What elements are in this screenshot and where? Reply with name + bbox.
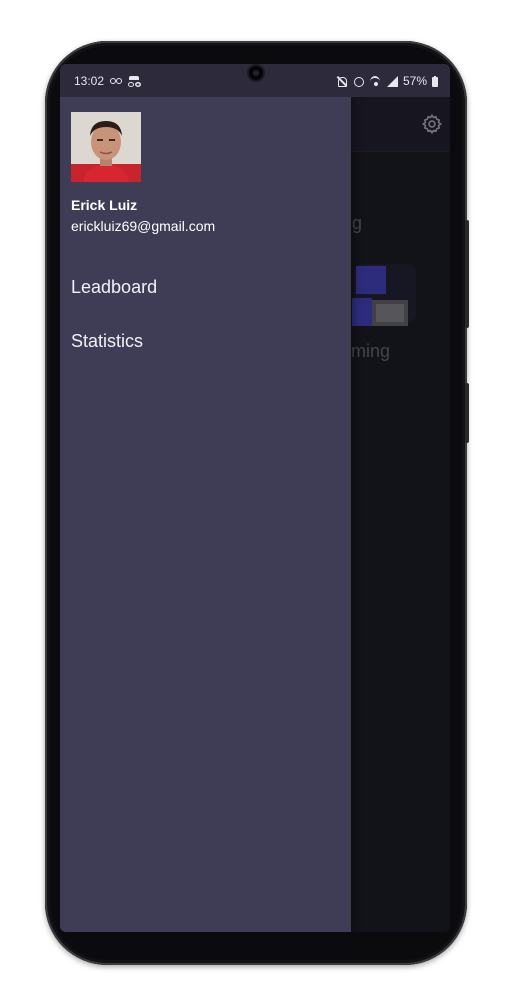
mute-icon (336, 75, 348, 87)
alarm-icon (353, 75, 365, 87)
voicemail-icon (110, 75, 123, 87)
status-time: 13:02 (74, 74, 105, 88)
screen: g nming 13:02 57% Erick Luiz erickluiz69… (60, 64, 450, 932)
signal-icon (386, 75, 398, 87)
wifi-icon (369, 75, 382, 87)
avatar (71, 112, 141, 182)
drawer-item-label: Leadboard (71, 276, 158, 297)
front-camera (249, 66, 263, 80)
power-button (465, 383, 469, 443)
user-email: erickluiz69@gmail.com (71, 218, 216, 234)
navigation-drawer: Erick Luiz erickluiz69@gmail.com Leadboa… (60, 97, 351, 932)
user-name: Erick Luiz (71, 197, 138, 213)
status-right: 57% (336, 74, 438, 88)
battery-icon (432, 75, 438, 87)
drawer-item-statistics[interactable]: Statistics (60, 319, 351, 363)
drawer-item-leadboard[interactable]: Leadboard (60, 265, 351, 309)
drawer-scrim[interactable] (351, 97, 450, 932)
incognito-icon (128, 75, 140, 87)
volume-button (465, 220, 469, 328)
status-left: 13:02 (74, 74, 140, 88)
battery-percent: 57% (402, 74, 427, 88)
drawer-item-label: Statistics (71, 330, 144, 351)
